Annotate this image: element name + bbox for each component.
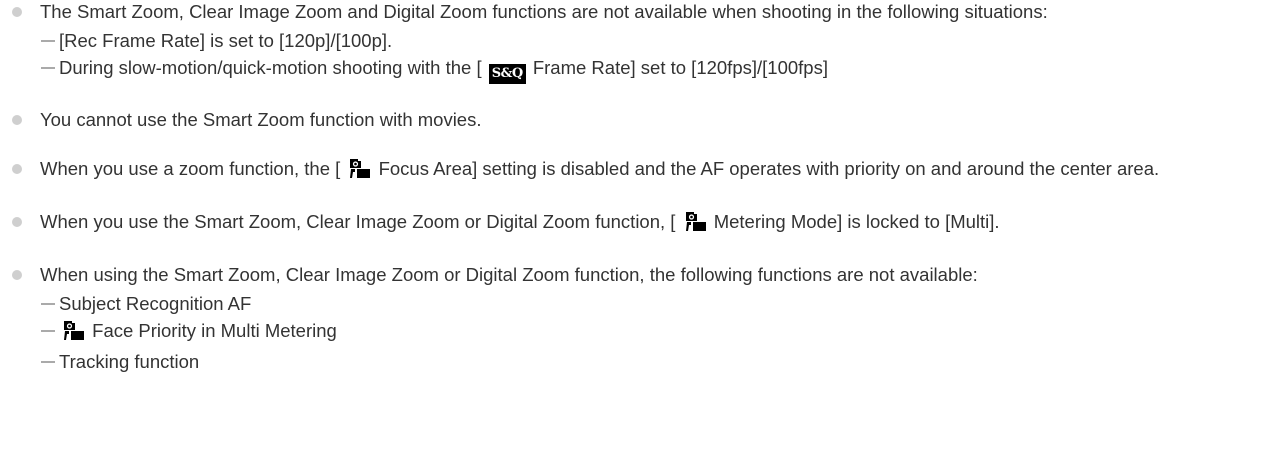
sub-item-text-after: Frame Rate] set to [120fps]/[100fps] (527, 57, 828, 78)
sub-item: [Rec Frame Rate] is set to [120p]/[100p]… (40, 29, 1279, 53)
note-item: The Smart Zoom, Clear Image Zoom and Dig… (0, 0, 1287, 84)
note-text-after: Metering Mode] is locked to [Multi]. (708, 211, 1000, 232)
dash-icon (41, 40, 55, 42)
dash-icon (41, 330, 55, 332)
sub-item-text-after: Face Priority in Multi Metering (87, 320, 337, 341)
note-item: When you use the Smart Zoom, Clear Image… (0, 208, 1287, 239)
note-text: You cannot use the Smart Zoom function w… (40, 109, 482, 130)
sub-item: During slow-motion/quick-motion shooting… (40, 56, 1279, 84)
bullet-icon (12, 270, 22, 280)
sub-item: Subject Recognition AF (40, 292, 1279, 316)
still-camera-icon (347, 157, 371, 186)
sub-item-text-before: During slow-motion/quick-motion shooting… (59, 57, 482, 78)
bullet-icon (12, 115, 22, 125)
notes-list: The Smart Zoom, Clear Image Zoom and Dig… (0, 0, 1287, 374)
dash-icon (41, 303, 55, 305)
still-camera-icon (61, 319, 85, 347)
note-text-before: When you use a zoom function, the [ (40, 158, 341, 179)
bullet-icon (12, 164, 22, 174)
still-camera-icon (683, 210, 707, 239)
sub-item-text: Tracking function (59, 351, 200, 372)
sub-item-text: Subject Recognition AF (59, 293, 252, 314)
sub-item: Tracking function (40, 350, 1279, 374)
dash-icon (41, 67, 55, 69)
sub-list: [Rec Frame Rate] is set to [120p]/[100p]… (40, 29, 1279, 84)
note-item: You cannot use the Smart Zoom function w… (0, 106, 1287, 133)
s-and-q-icon: S&Q (488, 64, 526, 84)
dash-icon (41, 361, 55, 363)
note-text-before: When you use the Smart Zoom, Clear Image… (40, 211, 676, 232)
note-item: When you use a zoom function, the [ Focu… (0, 155, 1287, 186)
note-item: When using the Smart Zoom, Clear Image Z… (0, 261, 1287, 374)
bullet-icon (12, 7, 22, 17)
note-text: When using the Smart Zoom, Clear Image Z… (40, 264, 978, 285)
bullet-icon (12, 217, 22, 227)
sub-list: Subject Recognition AF Face Priority in … (40, 292, 1279, 374)
sub-item-text: [Rec Frame Rate] is set to [120p]/[100p]… (59, 30, 393, 51)
sub-item: Face Priority in Multi Metering (40, 319, 1279, 347)
note-text: The Smart Zoom, Clear Image Zoom and Dig… (40, 1, 1048, 22)
note-text-after: Focus Area] setting is disabled and the … (373, 158, 1160, 179)
